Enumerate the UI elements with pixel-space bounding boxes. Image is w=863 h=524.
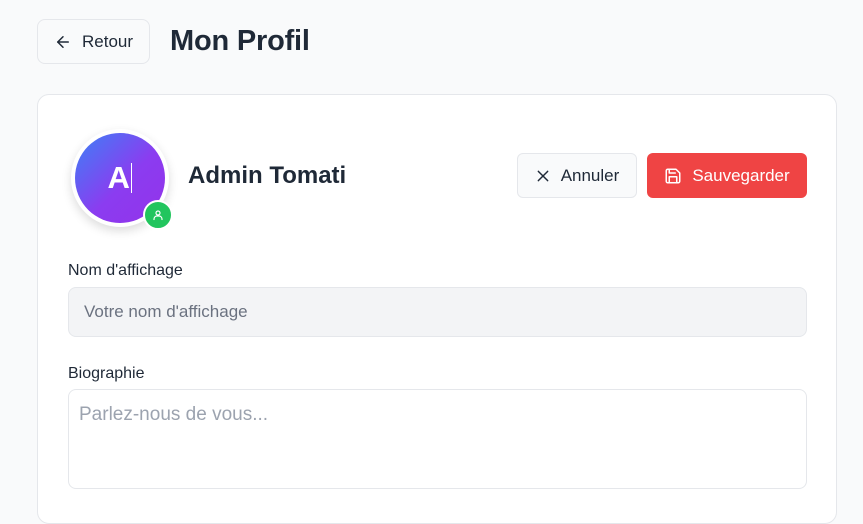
save-button[interactable]: Sauvegarder [647, 153, 807, 198]
arrow-left-icon [56, 35, 69, 48]
page-header: Retour Mon Profil [37, 19, 310, 64]
profile-display-name: Admin Tomati [188, 162, 347, 189]
text-cursor [130, 163, 133, 193]
back-button[interactable]: Retour [37, 19, 150, 64]
avatar-initial: A [107, 160, 130, 195]
close-icon [537, 170, 549, 181]
profile-card: A Admin Tomati Annuler Sauvegarder Nom d… [37, 94, 837, 524]
cancel-button-label: Annuler [560, 165, 620, 185]
bio-textarea[interactable] [68, 389, 807, 489]
user-icon [153, 210, 163, 221]
save-icon [665, 168, 681, 183]
bio-label: Biographie [68, 365, 145, 382]
cancel-button[interactable]: Annuler [517, 153, 637, 198]
display-name-input[interactable] [68, 287, 807, 337]
save-button-label: Sauvegarder [692, 165, 790, 185]
back-button-label: Retour [81, 31, 134, 51]
page-title: Mon Profil [170, 25, 310, 57]
role-badge [143, 200, 173, 230]
display-name-label: Nom d'affichage [68, 262, 183, 279]
